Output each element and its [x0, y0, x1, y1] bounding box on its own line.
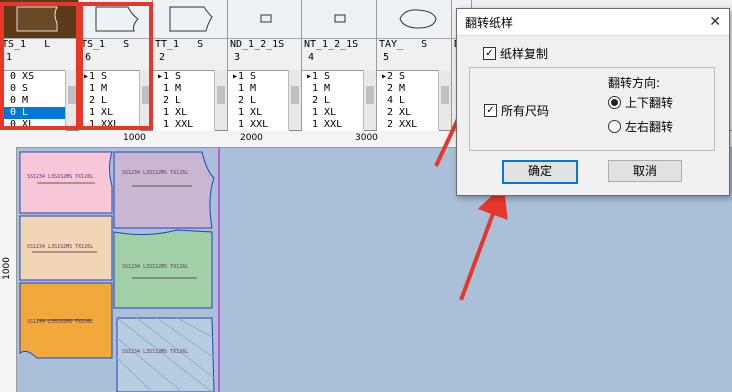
piece-pink: [19, 151, 113, 214]
piece-label-1: SS1234 L3S1S2MS TX126L: [27, 174, 93, 180]
size-row[interactable]: 1 XL: [153, 107, 215, 119]
radio-leftright[interactable]: 左右翻转: [608, 118, 673, 135]
size-list-scrollbar[interactable]: [363, 70, 376, 130]
piece-name: TT_1 S: [155, 39, 204, 50]
size-row[interactable]: 4 L: [377, 95, 439, 107]
size-row[interactable]: ▸1 S: [228, 71, 289, 83]
size-row[interactable]: 2 L: [79, 95, 140, 107]
size-list[interactable]: 0 XS 0 S 0 M 0 L 0 XL: [0, 70, 66, 131]
all-sizes-label: 所有尺码: [501, 104, 550, 118]
size-row[interactable]: 2 L: [228, 95, 289, 107]
piece-name: TS_1 L: [2, 39, 51, 50]
size-row[interactable]: ▸1 S: [153, 71, 215, 83]
radio-leftright-label: 左右翻转: [625, 120, 674, 134]
piece-label-3: SS1234 L3S1S2MS TX126L: [27, 244, 93, 250]
piece-quantity: 6: [85, 52, 92, 63]
size-row[interactable]: 1 XXL: [153, 119, 215, 131]
close-icon[interactable]: ✕: [709, 14, 721, 30]
cancel-button[interactable]: 取消: [608, 160, 682, 182]
piece-thumbnail[interactable]: [153, 0, 227, 39]
size-row[interactable]: 1 XXL: [79, 119, 140, 131]
radio-leftright-dot[interactable]: [608, 120, 621, 133]
piece-column-5[interactable]: NT_1_2_1S 4 ▸1 S 1 M 2 L 1 XL 1 XXL: [302, 0, 377, 131]
size-row[interactable]: ▸1 S: [79, 71, 140, 83]
size-list[interactable]: ▸1 S 1 M 2 L 1 XL 1 XXL: [153, 70, 215, 131]
direction-label: 翻转方向:: [608, 76, 661, 90]
size-row[interactable]: 1 XL: [79, 107, 140, 119]
size-row[interactable]: 0 L: [0, 107, 66, 119]
ruler-tick-2000: 2000: [240, 133, 263, 143]
size-row[interactable]: 1 M: [153, 83, 215, 95]
copy-label: 纸样复制: [500, 47, 549, 61]
size-row[interactable]: 0 M: [0, 95, 66, 107]
size-list-scrollbar[interactable]: [214, 70, 227, 130]
piece-thumbnail[interactable]: [228, 0, 301, 39]
piece-label-4: SS1234 L3S1S2MS TX126L: [122, 264, 188, 270]
ruler-tick-v-1000: 1000: [2, 257, 12, 280]
dialog-title: 翻转纸样: [465, 15, 514, 30]
piece-quantity: 2: [159, 52, 166, 63]
piece-name: ND_1_2_1S: [230, 39, 285, 50]
size-row[interactable]: 2 XXL: [377, 119, 439, 131]
radio-updown[interactable]: 上下翻转: [608, 94, 673, 111]
size-row[interactable]: 2 L: [302, 95, 364, 107]
size-row[interactable]: 2 XL: [377, 107, 439, 119]
piece-lavender: [113, 151, 215, 229]
piece-label-6: SS1234 L3S1S2MS TX126L: [122, 349, 188, 355]
size-row[interactable]: 2 L: [153, 95, 215, 107]
piece-column-4[interactable]: ND_1_2_1S 3 ▸1 S 1 M 2 L 1 XL 1 XXL: [228, 0, 302, 131]
size-list[interactable]: ▸1 S 1 M 2 L 1 XL 1 XXL: [302, 70, 364, 131]
piece-quantity: 5: [383, 52, 390, 63]
size-row[interactable]: ▸2 S: [377, 71, 439, 83]
size-row[interactable]: 0 XS: [0, 71, 66, 83]
all-sizes-checkbox-box[interactable]: ✓: [484, 104, 497, 117]
piece-column-3[interactable]: TT_1 S 2 ▸1 S 1 M 2 L 1 XL 1 XXL: [153, 0, 228, 131]
piece-thumbnail[interactable]: [302, 0, 376, 39]
flip-pattern-dialog: 翻转纸样 ✕ ✓ 纸样复制 ✓ 所有尺码 翻转方向: 上下翻转 左右翻转 确定 …: [456, 8, 730, 196]
piece-name: TAY_ S: [379, 39, 428, 50]
size-row[interactable]: 1 XXL: [302, 119, 364, 131]
options-group: ✓ 所有尺码 翻转方向: 上下翻转 左右翻转: [469, 67, 715, 151]
size-row[interactable]: 0 XL: [0, 119, 66, 131]
ruler-tick-1000: 1000: [123, 133, 146, 143]
size-list-scrollbar[interactable]: [288, 70, 301, 130]
all-sizes-checkbox[interactable]: ✓ 所有尺码: [484, 102, 549, 119]
size-row[interactable]: 1 M: [228, 83, 289, 95]
size-list-scrollbar[interactable]: [139, 70, 152, 130]
piece-thumbnail[interactable]: [377, 0, 451, 39]
size-row[interactable]: 1 XL: [302, 107, 364, 119]
radio-updown-label: 上下翻转: [625, 96, 674, 110]
size-list[interactable]: ▸2 S 2 M 4 L 2 XL 2 XXL: [377, 70, 439, 131]
piece-column-6[interactable]: TAY_ S 5 ▸2 S 2 M 4 L 2 XL 2 XXL: [377, 0, 452, 131]
piece-name: NT_1_2_1S: [304, 39, 359, 50]
ruler-tick-3000: 3000: [355, 133, 378, 143]
vertical-ruler: 1000: [0, 147, 17, 392]
piece-thumbnail[interactable]: [79, 0, 152, 39]
size-list[interactable]: ▸1 S 1 M 2 L 1 XL 1 XXL: [228, 70, 289, 131]
size-list[interactable]: ▸1 S 1 M 2 L 1 XL 1 XXL: [79, 70, 140, 131]
size-row[interactable]: 1 XL: [228, 107, 289, 119]
size-list-scrollbar[interactable]: [65, 70, 78, 130]
ok-button[interactable]: 确定: [502, 160, 578, 184]
size-row[interactable]: 1 M: [302, 83, 364, 95]
piece-thumbnail[interactable]: [0, 0, 78, 39]
size-row[interactable]: ▸1 S: [302, 71, 364, 83]
piece-column-2[interactable]: TS_1 S 6 ▸1 S 1 M 2 L 1 XL 1 XXL: [79, 0, 153, 131]
piece-label-2: SS1234 L3S1S2MS TX126L: [122, 170, 188, 176]
dialog-titlebar: 翻转纸样 ✕: [457, 9, 729, 36]
size-list-scrollbar[interactable]: [438, 70, 451, 130]
size-row[interactable]: 1 XXL: [228, 119, 289, 131]
copy-checkbox[interactable]: ✓ 纸样复制: [483, 45, 548, 62]
size-row[interactable]: 1 M: [79, 83, 140, 95]
radio-updown-dot[interactable]: [608, 96, 621, 109]
copy-checkbox-box[interactable]: ✓: [483, 47, 496, 60]
piece-quantity: 4: [308, 52, 315, 63]
piece-column-1[interactable]: TS_1 L 1 0 XS 0 S 0 M 0 L 0 XL: [0, 0, 79, 131]
size-row[interactable]: 0 S: [0, 83, 66, 95]
piece-name: TS_1 S: [81, 39, 130, 50]
size-row[interactable]: 2 M: [377, 83, 439, 95]
piece-quantity: 3: [234, 52, 241, 63]
piece-quantity: 1: [6, 52, 13, 63]
